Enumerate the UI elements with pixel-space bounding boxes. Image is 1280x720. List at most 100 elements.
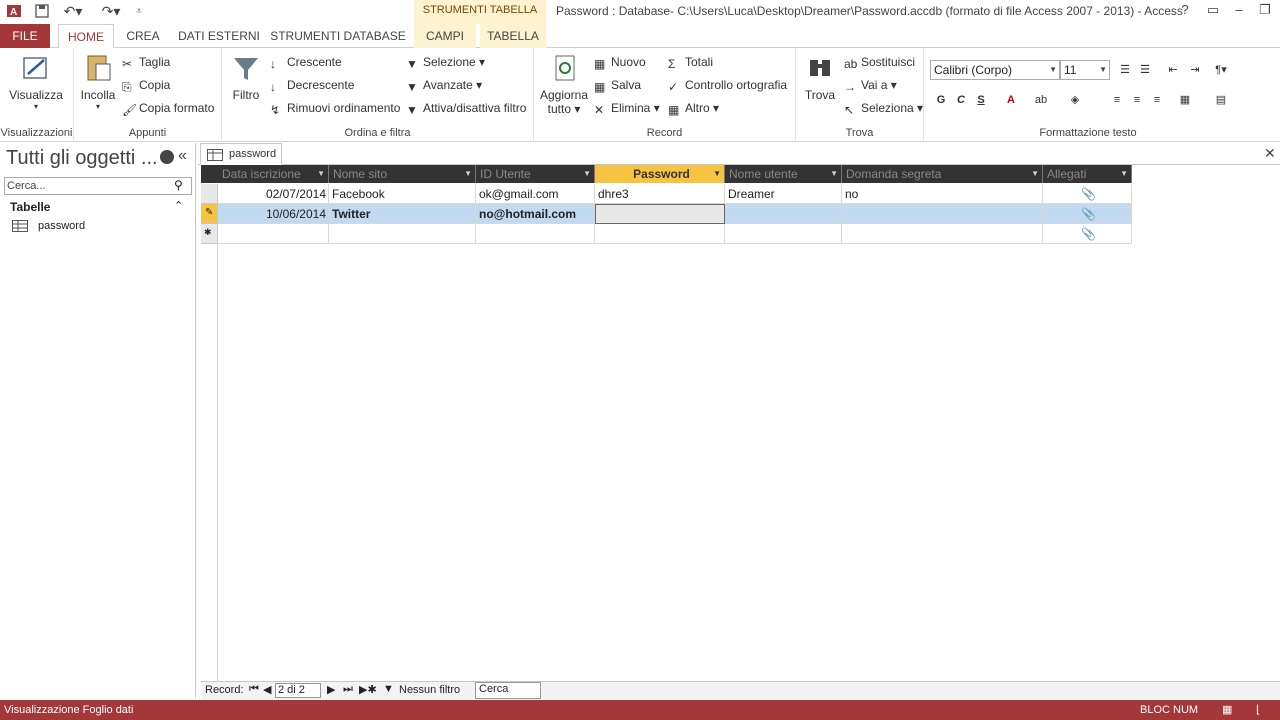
table-cell[interactable]: no@hotmail.com	[476, 204, 595, 224]
aggiorna-tutto-button[interactable]: Aggiorna tutto ▾	[538, 52, 590, 116]
table-cell[interactable]	[329, 224, 476, 244]
copia-button[interactable]: ⎘ Copia	[122, 75, 170, 95]
table-cell[interactable]: 02/07/2014	[218, 184, 329, 204]
restore-icon[interactable]: ❐	[1252, 2, 1278, 20]
new-record-nav-icon[interactable]: ▶✱	[359, 683, 377, 696]
nuovo-button[interactable]: ▦ Nuovo	[594, 52, 646, 72]
crescente-button[interactable]: ↓ Crescente	[270, 52, 342, 72]
tab-home[interactable]: HOME	[58, 24, 114, 49]
tab-crea[interactable]: CREA	[120, 24, 166, 48]
table-cell[interactable]	[595, 224, 725, 244]
ribbon-display-icon[interactable]: ▭	[1200, 2, 1226, 20]
attachment-cell[interactable]: 📎	[1043, 224, 1132, 244]
filter-status[interactable]: Nessun filtro	[399, 684, 460, 696]
decrescente-button[interactable]: ↓ Decrescente	[270, 75, 354, 95]
controllo-ortografia-button[interactable]: ✓ Controllo ortografia	[668, 75, 787, 95]
highlight-icon[interactable]: ab	[1032, 91, 1050, 109]
nav-pane-title[interactable]: Tutti gli oggetti ...	[6, 147, 158, 170]
taglia-button[interactable]: ✂ Taglia	[122, 52, 170, 72]
table-cell[interactable]	[842, 204, 1043, 224]
redo-icon[interactable]: ↷▾	[96, 2, 126, 20]
document-tab-password[interactable]: password	[200, 143, 282, 165]
font-color-icon[interactable]: A	[1002, 91, 1020, 109]
row-selector[interactable]	[201, 184, 218, 204]
gridlines-icon[interactable]: ▦	[1176, 91, 1194, 109]
nav-menu-icon[interactable]	[160, 150, 174, 164]
column-header[interactable]: Nome utente ▼	[725, 165, 842, 183]
select-all-corner[interactable]	[201, 165, 218, 183]
tab-file[interactable]: FILE	[0, 24, 50, 48]
rimuovi-ordinamento-button[interactable]: ↯ Rimuovi ordinamento	[270, 98, 400, 118]
undo-icon[interactable]: ↶▾	[58, 2, 88, 20]
table-cell[interactable]	[725, 224, 842, 244]
customize-qat-icon[interactable]: ⩡	[132, 2, 146, 20]
table-cell[interactable]: ok@gmail.com	[476, 184, 595, 204]
minimize-icon[interactable]: –	[1226, 2, 1252, 20]
totali-button[interactable]: Σ Totali	[668, 52, 713, 72]
attachment-cell[interactable]: 📎	[1043, 204, 1132, 224]
help-button[interactable]: ?	[1172, 2, 1198, 20]
record-search-input[interactable]: Cerca	[475, 682, 541, 699]
visualizza-button[interactable]: Visualizza ▾	[6, 52, 66, 111]
font-combo[interactable]: Calibri (Corpo) ▼	[930, 60, 1060, 80]
numbering-icon[interactable]: ☰	[1136, 61, 1154, 79]
column-header-password[interactable]: Password ▼	[595, 165, 725, 183]
align-right-icon[interactable]: ≡	[1148, 91, 1166, 109]
size-combo[interactable]: 11 ▼	[1060, 60, 1110, 80]
paragraph-icon[interactable]: ¶▾	[1212, 61, 1230, 79]
decrease-indent-icon[interactable]: ⇤	[1164, 61, 1182, 79]
trova-button[interactable]: Trova	[800, 52, 840, 102]
table-cell[interactable]	[218, 224, 329, 244]
avanzate-button[interactable]: ▼ Avanzate ▾	[406, 75, 482, 95]
italic-button[interactable]: C	[952, 91, 970, 109]
new-row-selector[interactable]: ✱	[201, 224, 218, 244]
active-edit-cell[interactable]	[595, 204, 725, 224]
bullets-icon[interactable]: ☰	[1116, 61, 1134, 79]
table-cell[interactable]: Dreamer	[725, 184, 842, 204]
filtro-button[interactable]: Filtro	[226, 52, 266, 102]
tab-campi[interactable]: CAMPI	[414, 24, 476, 48]
column-header[interactable]: Domanda segreta ▼	[842, 165, 1043, 183]
alternate-row-icon[interactable]: ▤	[1212, 91, 1230, 109]
table-cell[interactable]: no	[842, 184, 1043, 204]
table-cell[interactable]: Facebook	[329, 184, 476, 204]
row-selector-editing[interactable]: ✎	[201, 204, 218, 224]
fill-color-icon[interactable]: ◈	[1066, 91, 1084, 109]
first-record-icon[interactable]: ⏮	[249, 683, 259, 696]
align-left-icon[interactable]: ≡	[1108, 91, 1126, 109]
selezione-button[interactable]: ▼ Selezione ▾	[406, 52, 485, 72]
table-cell[interactable]: Twitter	[329, 204, 476, 224]
elimina-button[interactable]: ✕ Elimina ▾	[594, 98, 660, 118]
tab-dati-esterni[interactable]: DATI ESTERNI	[176, 24, 262, 48]
collapse-nav-icon[interactable]: «	[178, 147, 187, 165]
sostituisci-button[interactable]: ab Sostituisci	[844, 52, 915, 72]
previous-record-icon[interactable]: ◀	[263, 683, 271, 696]
seleziona-button[interactable]: ↖ Seleziona ▾	[844, 98, 923, 118]
nav-item-password[interactable]: password	[12, 219, 192, 237]
design-view-icon[interactable]: ⌊	[1256, 700, 1260, 720]
table-cell[interactable]	[725, 204, 842, 224]
table-cell[interactable]	[842, 224, 1043, 244]
column-header[interactable]: Data iscrizione ▼	[218, 165, 329, 183]
table-cell[interactable]: dhre3	[595, 184, 725, 204]
attachment-cell[interactable]: 📎	[1043, 184, 1132, 204]
save-icon[interactable]	[32, 2, 52, 20]
next-record-icon[interactable]: ▶	[327, 683, 335, 696]
record-position-input[interactable]: 2 di 2	[275, 683, 321, 698]
tab-tabella[interactable]: TABELLA	[480, 24, 546, 48]
salva-button[interactable]: ▦ Salva	[594, 75, 641, 95]
search-icon[interactable]: ⚲	[174, 178, 183, 192]
underline-button[interactable]: S	[972, 91, 990, 109]
column-header[interactable]: ID Utente ▼	[476, 165, 595, 183]
align-center-icon[interactable]: ≡	[1128, 91, 1146, 109]
datasheet-view-icon[interactable]: ▦	[1222, 700, 1232, 720]
increase-indent-icon[interactable]: ⇥	[1186, 61, 1204, 79]
last-record-icon[interactable]: ⏭	[343, 683, 353, 696]
table-cell[interactable]	[476, 224, 595, 244]
attiva-filtro-button[interactable]: ▼ Attiva/disattiva filtro	[406, 98, 526, 118]
table-cell[interactable]: 10/06/2014	[218, 204, 329, 224]
tab-strumenti-database[interactable]: STRUMENTI DATABASE	[270, 24, 406, 48]
column-header[interactable]: Allegati ▼	[1043, 165, 1132, 183]
nav-section-tabelle[interactable]: Tabelle ⌃	[0, 197, 196, 217]
column-header[interactable]: Nome sito ▼	[329, 165, 476, 183]
